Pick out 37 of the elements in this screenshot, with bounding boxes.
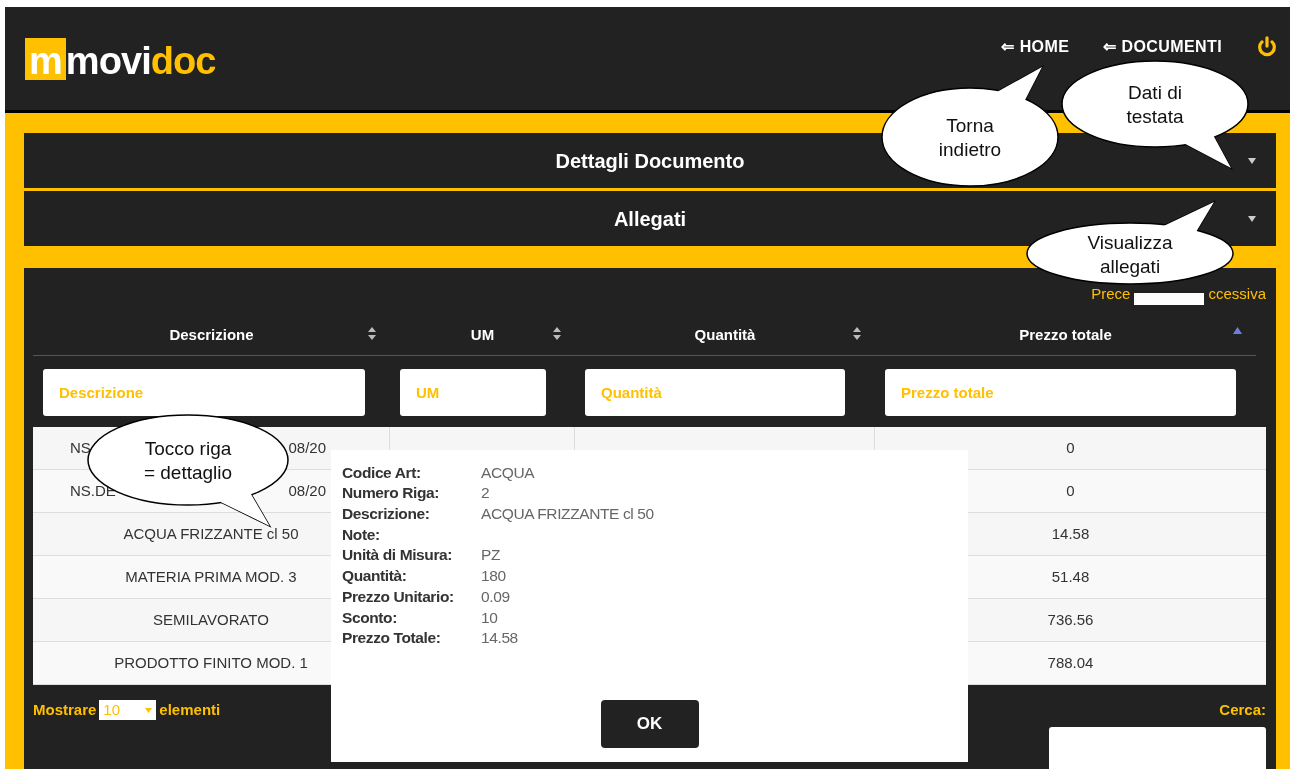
table-cell-text: 08/20: [288, 480, 326, 501]
field-label: Sconto:: [342, 607, 397, 628]
field-value: ACQUA FRIZZANTE cl 50: [481, 504, 654, 525]
field-label: Unità di Misura:: [342, 545, 453, 566]
show-label: elementi: [159, 700, 221, 720]
callout-tooltip: Dati di testata: [1060, 60, 1250, 170]
field-value: PZ: [481, 545, 501, 566]
table-cell-text: 51.48: [1051, 566, 1090, 587]
field-value: 10: [481, 607, 498, 628]
callout-tooltip: Visualizza allegati: [1025, 200, 1235, 285]
field-label: Prezzo Unitario:: [342, 586, 454, 607]
field-label: Note:: [342, 524, 380, 545]
table-cell-text: 0: [1066, 480, 1075, 501]
callout-tooltip: Torna indietro: [880, 65, 1060, 187]
logo-text: movi: [65, 41, 151, 80]
table-cell-text: 0: [1066, 437, 1075, 458]
field-value: 180: [481, 566, 506, 587]
field-label: Prezzo Totale:: [342, 628, 441, 649]
table-cell-text: 736.56: [1047, 609, 1094, 630]
logo-mark: m: [25, 37, 66, 80]
field-value: 14.58: [481, 628, 518, 649]
show-label: Mostrare: [33, 700, 97, 720]
table-cell-text: 08/20: [288, 437, 326, 458]
table-cell-text: MATERIA PRIMA MOD. 3: [125, 566, 297, 587]
field-label: Descrizione:: [342, 504, 430, 525]
table-cell-text: SEMILAVORATO: [153, 609, 269, 630]
field-label: Numero Riga:: [342, 483, 439, 504]
search-label: Cerca:: [1219, 700, 1266, 720]
field-value: 2: [481, 483, 490, 504]
table-cell-text: 14.58: [1051, 523, 1090, 544]
field-value: 0.09: [481, 586, 510, 607]
table-cell-text: ACQUA FRIZZANTE cl 50: [123, 523, 299, 544]
field-label: Quantità:: [342, 566, 407, 587]
table-cell-text: 788.04: [1047, 652, 1094, 673]
table-cell-text: NS: [70, 437, 91, 458]
table-cell-text: PRODOTTO FINITO MOD. 1: [114, 652, 308, 673]
logo-text: doc: [150, 41, 216, 80]
